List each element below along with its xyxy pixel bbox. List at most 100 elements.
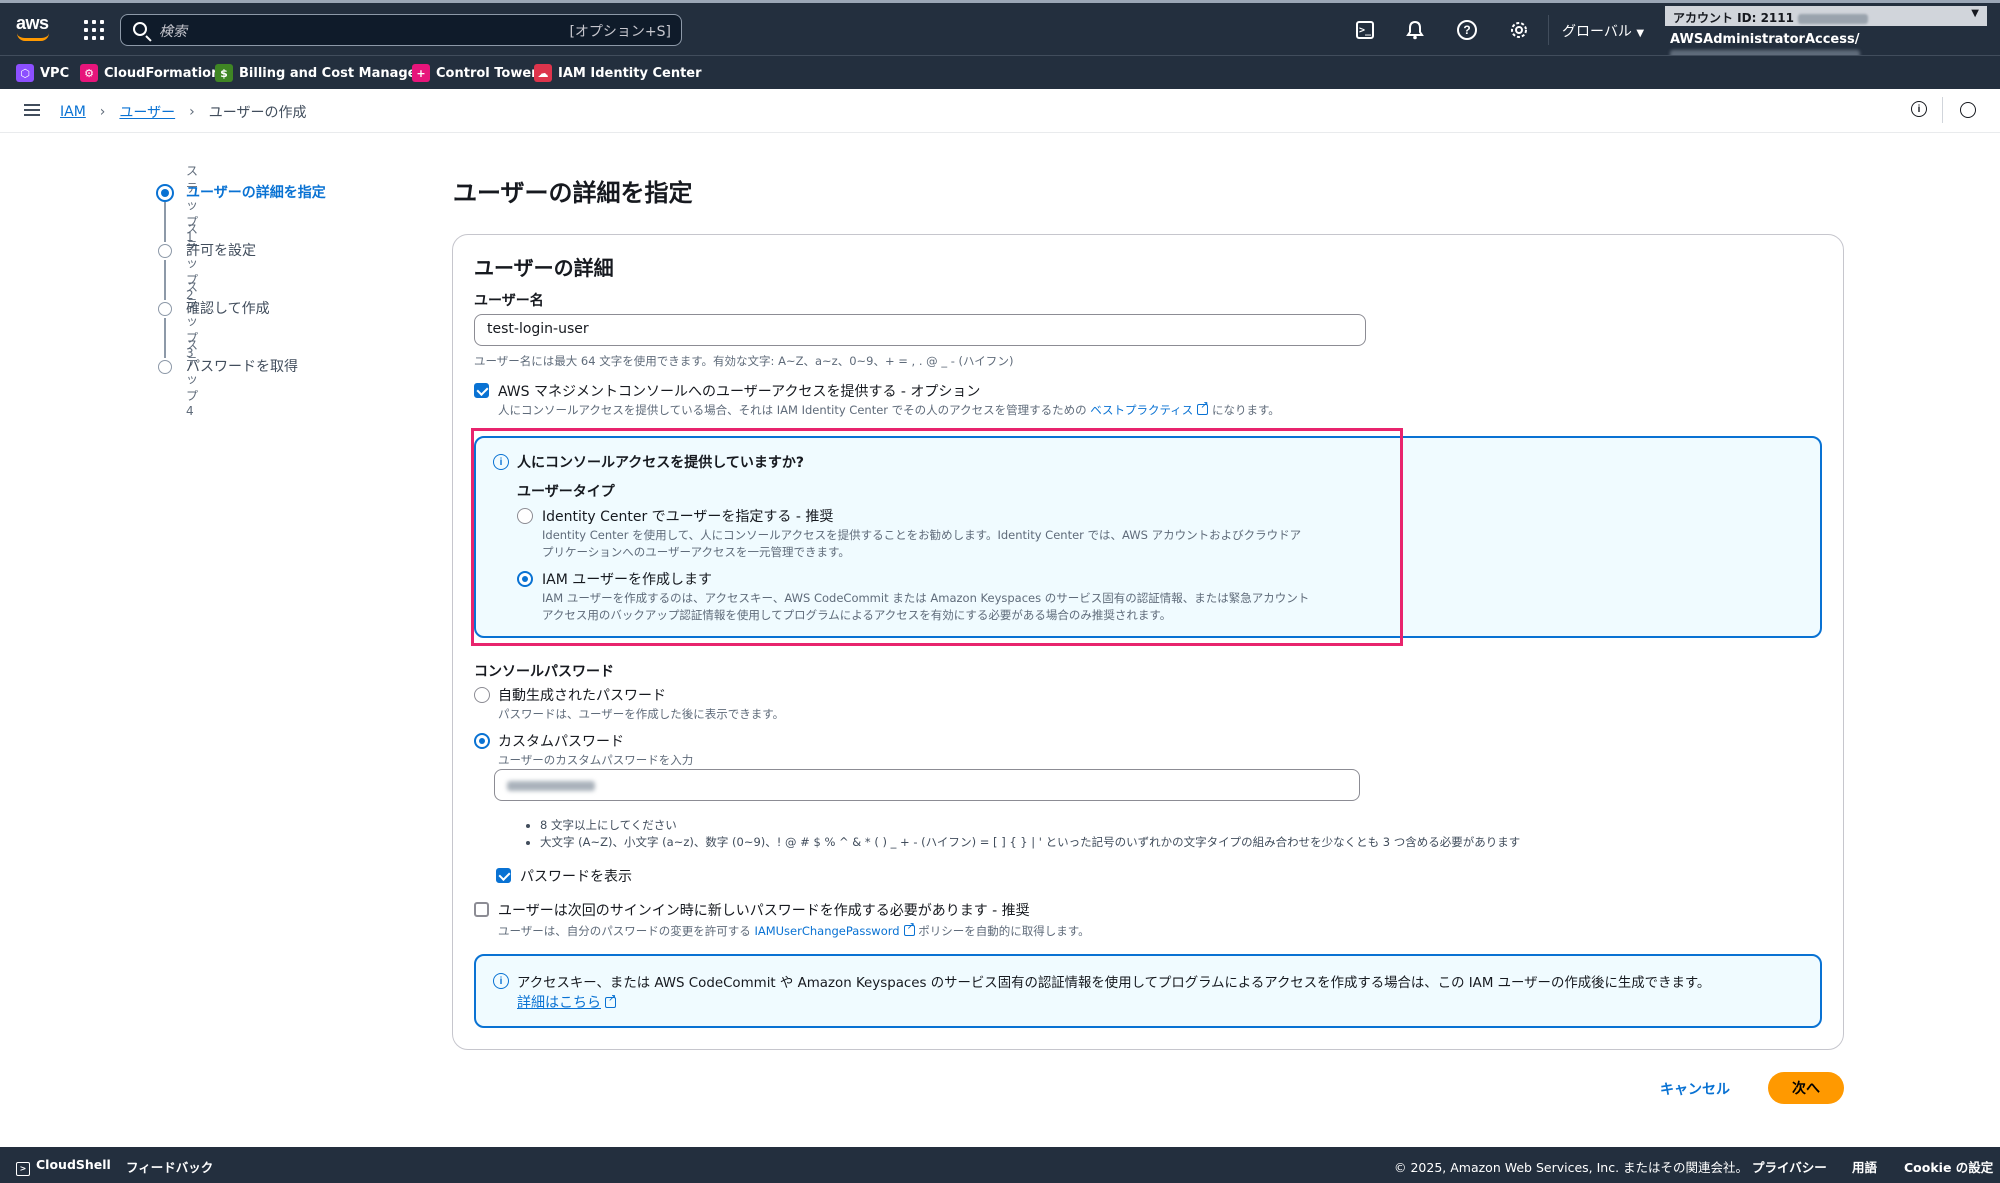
cloudshell-button[interactable]: > CloudShell bbox=[16, 1157, 111, 1176]
feedback-link[interactable]: フィードバック bbox=[126, 1157, 213, 1176]
auto-password-label: 自動生成されたパスワード bbox=[498, 688, 666, 704]
step-pending-icon bbox=[158, 244, 172, 258]
vpc-icon: ⬡ bbox=[16, 64, 34, 82]
favorite-vpc[interactable]: ⬡ VPC bbox=[16, 63, 69, 83]
require-reset-hint: ユーザーは、自分のパスワードの変更を許可する IAMUserChangePass… bbox=[498, 921, 1090, 939]
favorites-bar: ⬡ VPC ⚙ CloudFormation $ Billing and Cost M… bbox=[0, 55, 2000, 89]
step-label: ユーザーの詳細を指定 bbox=[186, 185, 326, 201]
external-link-icon bbox=[605, 993, 616, 1008]
favorite-label: CloudFormation bbox=[104, 65, 221, 81]
breadcrumb-bar: IAM › ユーザー › ユーザーの作成 i bbox=[0, 89, 2000, 133]
step-label: 許可を設定 bbox=[186, 243, 256, 259]
next-button[interactable]: 次へ bbox=[1768, 1072, 1844, 1104]
account-menu[interactable]: アカウント ID: 2111 ▼ bbox=[1665, 6, 1987, 26]
privacy-link[interactable]: プライバシー bbox=[1752, 1157, 1827, 1176]
console-access-hint: 人にコンソールアクセスを提供している場合、それは IAM Identity Ce… bbox=[498, 400, 1280, 418]
auto-password-radio[interactable] bbox=[474, 687, 490, 703]
access-key-info-box bbox=[474, 954, 1822, 1028]
favorite-control-tower[interactable]: + Control Tower bbox=[412, 63, 538, 83]
username-input[interactable]: test-login-user bbox=[474, 314, 1366, 346]
region-selector[interactable]: グローバル ▼ bbox=[1562, 21, 1644, 41]
identity-center-icon: ☁ bbox=[534, 64, 552, 82]
annotation-highlight-box bbox=[471, 428, 1403, 646]
breadcrumb-current: ユーザーの作成 bbox=[208, 105, 307, 121]
auto-password-hint: パスワードは、ユーザーを作成した後に表示できます。 bbox=[498, 707, 785, 721]
favorite-label: IAM Identity Center bbox=[558, 65, 702, 81]
step-number: ステップ 4 bbox=[186, 338, 199, 418]
favorite-cloudformation[interactable]: ⚙ CloudFormation bbox=[80, 63, 220, 83]
page-title: ユーザーの詳細を指定 bbox=[453, 179, 693, 207]
settings-gear-icon[interactable] bbox=[1506, 17, 1532, 43]
chevron-right-icon: › bbox=[189, 104, 195, 120]
iam-user-change-password-link[interactable]: IAMUserChangePassword bbox=[754, 924, 899, 938]
external-link-icon bbox=[1197, 400, 1209, 415]
password-rule-1: 8 文字以上にしてください bbox=[540, 817, 1520, 834]
search-icon bbox=[133, 22, 147, 36]
region-label: グローバル bbox=[1562, 24, 1632, 40]
require-reset-checkbox[interactable] bbox=[474, 902, 489, 917]
section-heading: ユーザーの詳細 bbox=[474, 256, 614, 280]
favorite-label: Billing and Cost Manage... bbox=[239, 65, 432, 81]
best-practice-link[interactable]: ベストプラクティス bbox=[1090, 403, 1193, 417]
account-id: アカウント ID: 2111 bbox=[1673, 11, 1794, 25]
custom-password-hint: ユーザーのカスタムパスワードを入力 bbox=[498, 753, 694, 767]
console-password-label: コンソールパスワード bbox=[474, 664, 614, 680]
access-key-info-text: アクセスキー、または AWS CodeCommit や Amazon Keysp… bbox=[517, 976, 1711, 991]
breadcrumb-iam[interactable]: IAM bbox=[60, 104, 86, 120]
favorite-iam-identity-center[interactable]: ☁ IAM Identity Center bbox=[534, 63, 702, 83]
step-label: パスワードを取得 bbox=[186, 359, 298, 375]
require-reset-label: ユーザーは次回のサインイン時に新しいパスワードを作成する必要があります - 推奨 bbox=[498, 903, 1030, 919]
breadcrumb: IAM › ユーザー › ユーザーの作成 bbox=[60, 102, 306, 122]
cookie-settings-link[interactable]: Cookie の設定 bbox=[1904, 1157, 1993, 1176]
notifications-bell-icon[interactable] bbox=[1402, 17, 1428, 43]
search-shortcut: [オプション+S] bbox=[569, 24, 671, 40]
chevron-right-icon: › bbox=[99, 104, 106, 120]
favorite-billing[interactable]: $ Billing and Cost Manage... bbox=[215, 63, 431, 83]
copyright-text: © 2025, Amazon Web Services, Inc. またはその関… bbox=[1394, 1160, 1749, 1175]
menu-hamburger-icon[interactable] bbox=[24, 104, 40, 116]
footer-bar: > CloudShell フィードバック © 2025, Amazon Web S… bbox=[0, 1147, 2000, 1183]
step-active-icon bbox=[156, 184, 174, 202]
password-rule-2: 大文字 (A~Z)、小文字 (a~z)、数字 (0~9)、! @ # $ % ^… bbox=[540, 834, 1520, 851]
console-access-label: AWS マネジメントコンソールへのユーザーアクセスを提供する - オプション bbox=[498, 384, 981, 400]
username-label: ユーザー名 bbox=[474, 293, 544, 309]
step-label: 確認して作成 bbox=[186, 301, 270, 317]
terms-link[interactable]: 用語 bbox=[1852, 1157, 1877, 1176]
learn-more-link[interactable]: 詳細はこちら bbox=[517, 995, 601, 1011]
custom-password-input[interactable] bbox=[494, 769, 1360, 801]
cloudshell-icon: > bbox=[16, 1162, 30, 1176]
step-pending-icon bbox=[158, 302, 172, 316]
access-key-learn-more[interactable]: 詳細はこちら bbox=[517, 992, 616, 1012]
console-access-checkbox[interactable] bbox=[474, 383, 489, 398]
password-rules: 8 文字以上にしてください 大文字 (A~Z)、小文字 (a~z)、数字 (0~… bbox=[524, 817, 1520, 851]
search-input[interactable]: 検索 [オプション+S] bbox=[120, 14, 682, 46]
breadcrumb-users[interactable]: ユーザー bbox=[119, 102, 175, 122]
top-navigation: aws 検索 [オプション+S] >_ ? グローバル ▼ アカウント ID: … bbox=[0, 0, 2000, 60]
custom-password-label: カスタムパスワード bbox=[498, 734, 624, 750]
aws-logo-text: aws bbox=[16, 13, 49, 33]
chevron-down-icon: ▼ bbox=[1971, 8, 1979, 19]
cancel-button[interactable]: キャンセル bbox=[1650, 1074, 1740, 1104]
services-grid-icon[interactable] bbox=[84, 20, 104, 40]
search-placeholder: 検索 bbox=[159, 24, 187, 40]
step-pending-icon bbox=[158, 360, 172, 374]
show-password-checkbox[interactable] bbox=[496, 868, 511, 883]
info-icon[interactable]: i bbox=[1911, 101, 1927, 117]
password-value-redacted bbox=[507, 781, 595, 791]
username-hint: ユーザー名には最大 64 文字を使用できます。有効な文字: A~Z、a~z、0~… bbox=[474, 354, 1014, 368]
favorite-label: VPC bbox=[40, 65, 70, 81]
cloudformation-icon: ⚙ bbox=[80, 64, 98, 82]
favorite-label: Control Tower bbox=[436, 65, 538, 81]
help-icon[interactable]: ? bbox=[1454, 17, 1480, 43]
show-password-label: パスワードを表示 bbox=[520, 869, 632, 885]
chevron-down-icon: ▼ bbox=[1636, 28, 1645, 39]
feedback-icon[interactable] bbox=[1960, 102, 1976, 118]
cloudshell-label: CloudShell bbox=[36, 1157, 111, 1172]
billing-icon: $ bbox=[215, 64, 233, 82]
control-tower-icon: + bbox=[412, 64, 430, 82]
aws-logo[interactable]: aws bbox=[16, 13, 54, 45]
custom-password-radio[interactable] bbox=[474, 733, 490, 749]
cloudshell-icon[interactable]: >_ bbox=[1352, 17, 1378, 43]
external-link-icon bbox=[903, 921, 915, 936]
info-icon: i bbox=[493, 973, 509, 989]
